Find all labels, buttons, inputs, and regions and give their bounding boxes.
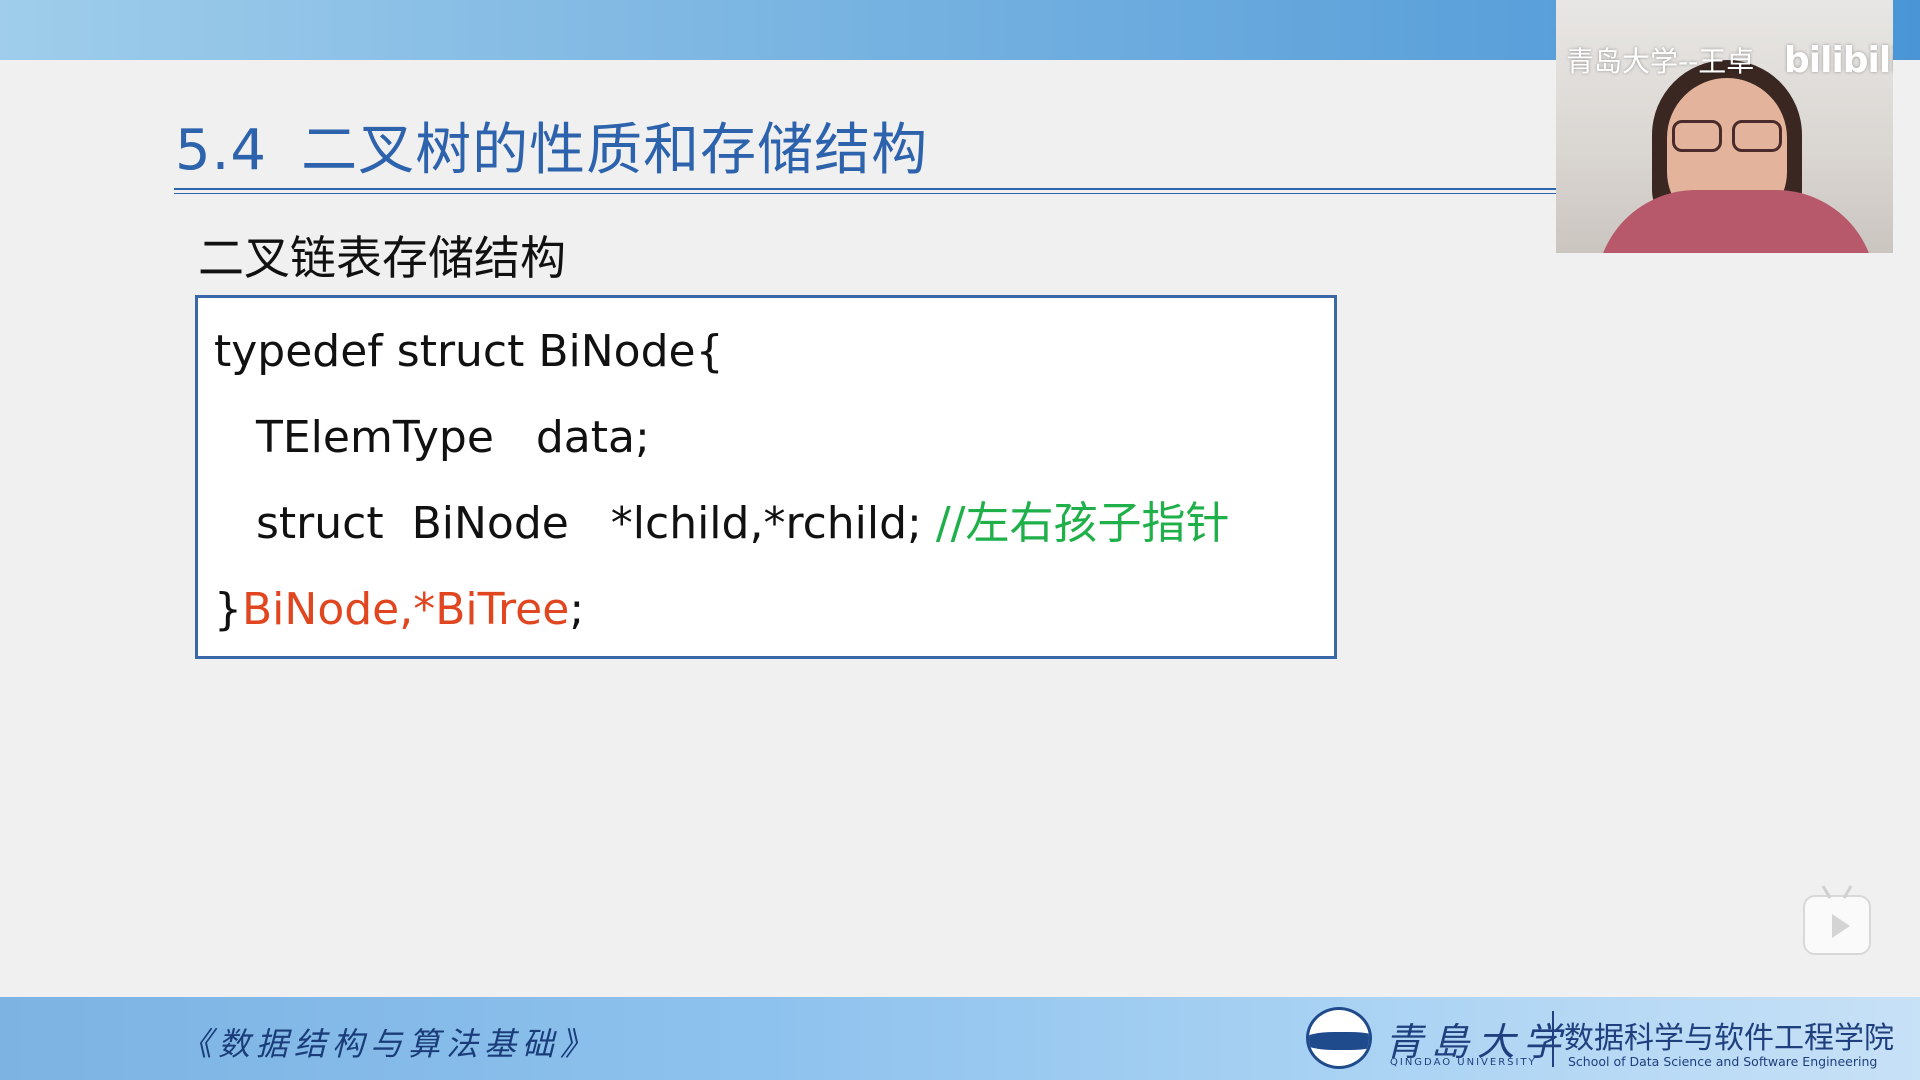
- slide-title: 5.4 二叉树的性质和存储结构: [175, 105, 928, 186]
- code-line-1: typedef struct BiNode{: [214, 326, 724, 377]
- section-heading: 二叉链表存储结构: [198, 231, 566, 285]
- code-closing-brace: }: [214, 584, 242, 635]
- code-line-2: TElemType data;: [256, 412, 650, 463]
- code-line-3-code: struct BiNode *lchild,*rchild;: [256, 498, 936, 549]
- school-name-en: School of Data Science and Software Engi…: [1568, 1054, 1878, 1069]
- webcam-watermark: 青岛大学--王卓: [1566, 45, 1755, 78]
- university-name-en: QINGDAO UNIVERSITY: [1390, 1057, 1537, 1068]
- code-semicolon: ;: [569, 584, 585, 635]
- code-line-4: }BiNode,*BiTree;: [214, 588, 584, 632]
- presenter-body: [1596, 190, 1876, 253]
- course-title: 《数据结构与算法基础》: [180, 1025, 599, 1063]
- slide-title-number: 5.4: [175, 118, 268, 183]
- play-button[interactable]: [1803, 885, 1871, 955]
- code-type-names: BiNode,*BiTree: [242, 584, 570, 635]
- code-line-3: struct BiNode *lchild,*rchild; //左右孩子指针: [256, 502, 1230, 546]
- university-emblem-icon: [1306, 1007, 1372, 1069]
- webcam-overlay: 青岛大学--王卓 bilibili: [1556, 0, 1893, 253]
- presenter-glasses: [1672, 120, 1782, 152]
- slide-title-text: 二叉树的性质和存储结构: [301, 118, 929, 183]
- footer-divider: [1552, 1011, 1554, 1067]
- school-name: 数据科学与软件工程学院: [1564, 1021, 1894, 1056]
- code-box: typedef struct BiNode{ TElemType data; s…: [195, 295, 1337, 659]
- title-divider: [174, 188, 1556, 194]
- code-comment: //左右孩子指针: [935, 498, 1230, 549]
- footer-bar: 《数据结构与算法基础》 青島大学 QINGDAO UNIVERSITY 数据科学…: [0, 997, 1920, 1080]
- play-icon: [1832, 914, 1850, 938]
- bilibili-logo: bilibili: [1784, 40, 1893, 81]
